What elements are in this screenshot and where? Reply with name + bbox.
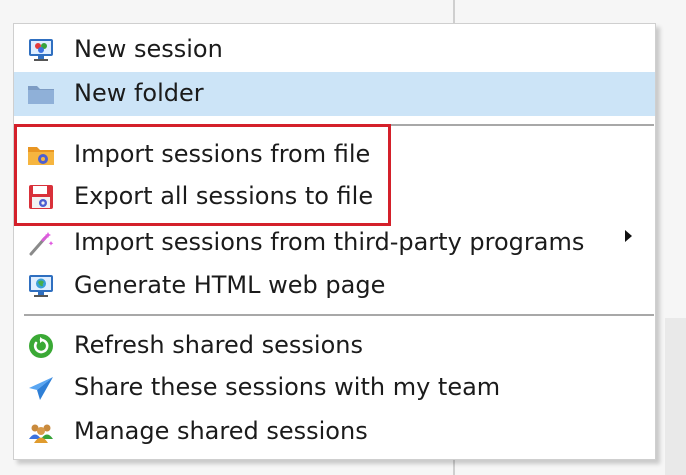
menu-item-label: Generate HTML web page — [74, 271, 386, 299]
menu-item-import-from-third-party[interactable]: Import sessions from third-party program… — [14, 221, 655, 265]
new-session-icon — [27, 36, 55, 64]
menu-item-refresh-shared-sessions[interactable]: Refresh shared sessions — [14, 324, 655, 368]
background-panel — [665, 318, 686, 475]
menu-item-manage-shared-sessions[interactable]: Manage shared sessions — [14, 410, 655, 454]
menu-item-share-sessions-with-team[interactable]: Share these sessions with my team — [14, 366, 655, 410]
menu-item-generate-html[interactable]: Generate HTML web page — [14, 264, 655, 308]
menu-item-label: Share these sessions with my team — [74, 373, 501, 401]
menu-item-label: Export all sessions to file — [74, 182, 374, 210]
export-save-icon — [27, 183, 55, 211]
menu-item-new-folder[interactable]: New folder — [14, 72, 655, 116]
context-menu: New session New folder Import sessions f… — [13, 23, 656, 460]
menu-item-label: New session — [74, 35, 223, 63]
folder-icon — [27, 80, 55, 108]
menu-item-label: Refresh shared sessions — [74, 331, 363, 359]
web-globe-icon — [27, 272, 55, 300]
import-folder-icon — [27, 141, 55, 169]
menu-item-label: New folder — [74, 79, 204, 107]
menu-item-label: Import sessions from third-party program… — [74, 228, 585, 256]
menu-separator — [24, 124, 654, 126]
share-paper-plane-icon — [27, 374, 55, 402]
team-users-icon — [27, 418, 55, 446]
menu-item-new-session[interactable]: New session — [14, 28, 655, 72]
menu-separator — [24, 314, 654, 316]
menu-item-label: Import sessions from file — [74, 140, 371, 168]
magic-wand-icon — [27, 229, 55, 257]
menu-item-label: Manage shared sessions — [74, 417, 368, 445]
menu-item-export-all-sessions-to-file[interactable]: Export all sessions to file — [14, 175, 655, 219]
menu-item-import-sessions-from-file[interactable]: Import sessions from file — [14, 133, 655, 177]
refresh-icon — [27, 332, 55, 360]
